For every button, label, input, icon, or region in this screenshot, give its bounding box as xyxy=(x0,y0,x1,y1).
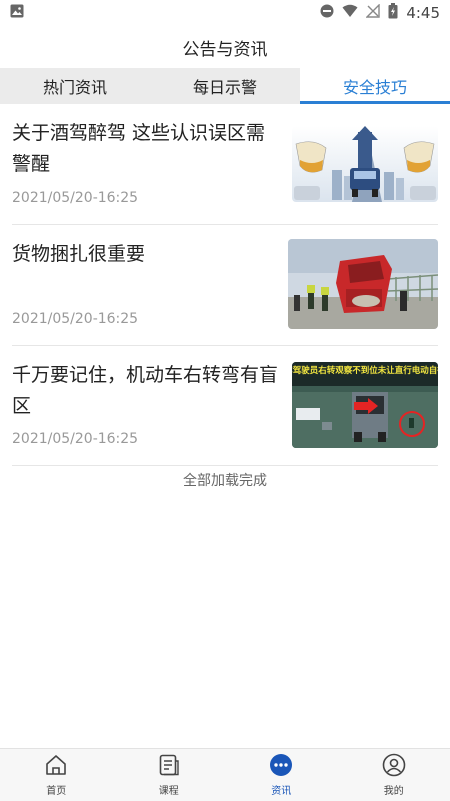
tab-label: 每日示警 xyxy=(193,74,257,98)
all-loaded-note: 全部加载完成 xyxy=(0,470,450,490)
tab-bar: 热门资讯 每日示警 安全技巧 xyxy=(0,68,450,104)
bottom-nav: 首页 课程 资讯 我的 xyxy=(0,748,450,801)
nav-course[interactable]: 课程 xyxy=(113,749,226,801)
status-bar: 4:45 xyxy=(0,0,450,26)
tab-hot-news[interactable]: 热门资讯 xyxy=(0,68,150,104)
course-icon xyxy=(157,753,181,780)
tab-daily-warning[interactable]: 每日示警 xyxy=(150,68,300,104)
article-title: 千万要记住，机动车右转弯有盲区 xyxy=(12,360,282,422)
home-icon xyxy=(44,753,68,780)
article-date: 2021/05/20-16:25 xyxy=(12,311,138,327)
article-list: 关于酒驾醉驾 这些认识误区需警醒 2021/05/20-16:25 xyxy=(0,104,450,466)
nav-home[interactable]: 首页 xyxy=(0,749,113,801)
image-notification-icon xyxy=(10,4,24,22)
nav-label: 首页 xyxy=(46,782,66,797)
nav-label: 课程 xyxy=(159,782,179,797)
user-icon xyxy=(382,753,406,780)
tab-safety-tips[interactable]: 安全技巧 xyxy=(300,68,450,104)
list-item[interactable]: 关于酒驾醉驾 这些认识误区需警醒 2021/05/20-16:25 xyxy=(12,104,438,225)
article-thumbnail[interactable] xyxy=(288,239,438,329)
status-time: 4:45 xyxy=(406,4,440,22)
no-signal-icon xyxy=(366,4,380,22)
article-thumbnail[interactable] xyxy=(292,126,438,202)
page-title: 公告与资讯 xyxy=(183,35,268,60)
do-not-disturb-icon xyxy=(320,4,334,22)
battery-icon xyxy=(388,3,398,23)
page-title-bar: 公告与资讯 xyxy=(0,26,450,68)
article-title: 关于酒驾醉驾 这些认识误区需警醒 xyxy=(12,118,282,180)
nav-label: 我的 xyxy=(384,782,404,797)
tab-label: 热门资讯 xyxy=(43,74,107,98)
tab-label: 安全技巧 xyxy=(343,74,407,98)
nav-label: 资讯 xyxy=(271,782,291,797)
article-date: 2021/05/20-16:25 xyxy=(12,431,138,447)
thumbnail-caption: 货车驾驶员右转观察不到位未让直行电动自行车 xyxy=(292,365,438,376)
chat-bubble-icon xyxy=(269,753,293,780)
list-item[interactable]: 货物捆扎很重要 2021/05/20-16:25 xyxy=(12,225,438,346)
status-bar-right: 4:45 xyxy=(320,3,440,23)
nav-news[interactable]: 资讯 xyxy=(225,749,338,801)
status-bar-left xyxy=(10,4,24,22)
list-item[interactable]: 千万要记住，机动车右转弯有盲区 2021/05/20-16:25 货车驾驶员右转… xyxy=(12,346,438,466)
wifi-icon xyxy=(342,4,358,22)
nav-mine[interactable]: 我的 xyxy=(338,749,450,801)
article-title: 货物捆扎很重要 xyxy=(12,239,282,270)
article-date: 2021/05/20-16:25 xyxy=(12,190,138,206)
article-thumbnail[interactable]: 货车驾驶员右转观察不到位未让直行电动自行车 xyxy=(292,362,438,448)
